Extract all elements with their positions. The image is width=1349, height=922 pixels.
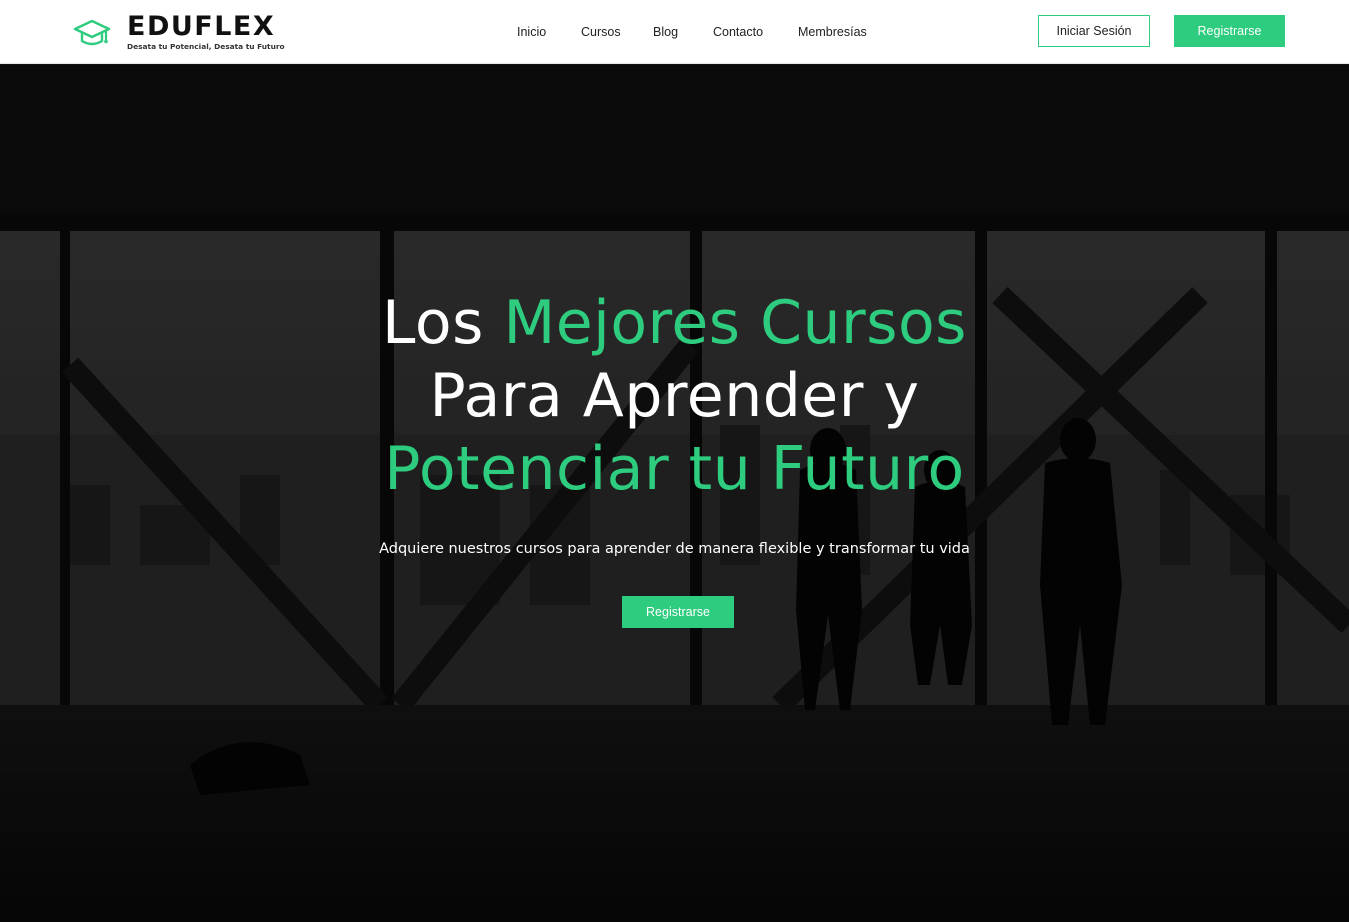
hero-title-line-1: Los Mejores Cursos: [382, 288, 967, 358]
register-button[interactable]: Registrarse: [1174, 15, 1285, 47]
hero-title-line-3: Potenciar tu Futuro: [384, 434, 965, 504]
nav-item-cursos[interactable]: Cursos: [581, 24, 621, 40]
hero-title-line-2: Para Aprender y: [429, 361, 920, 431]
hero-register-button[interactable]: Registrarse: [622, 596, 734, 628]
hero-section: Los Mejores Cursos Para Aprender y Poten…: [0, 65, 1349, 922]
site-header: EDUFLEX Desata tu Potencial, Desata tu F…: [0, 0, 1349, 64]
login-button[interactable]: Iniciar Sesión: [1038, 15, 1150, 47]
nav-item-inicio[interactable]: Inicio: [517, 24, 546, 40]
nav-item-blog[interactable]: Blog: [653, 24, 678, 40]
nav-item-membresias[interactable]: Membresías: [798, 24, 867, 40]
hero-title: Los Mejores Cursos Para Aprender y Poten…: [0, 287, 1349, 506]
nav-item-contacto[interactable]: Contacto: [713, 24, 763, 40]
hero-subtitle: Adquiere nuestros cursos para aprender d…: [379, 541, 970, 557]
